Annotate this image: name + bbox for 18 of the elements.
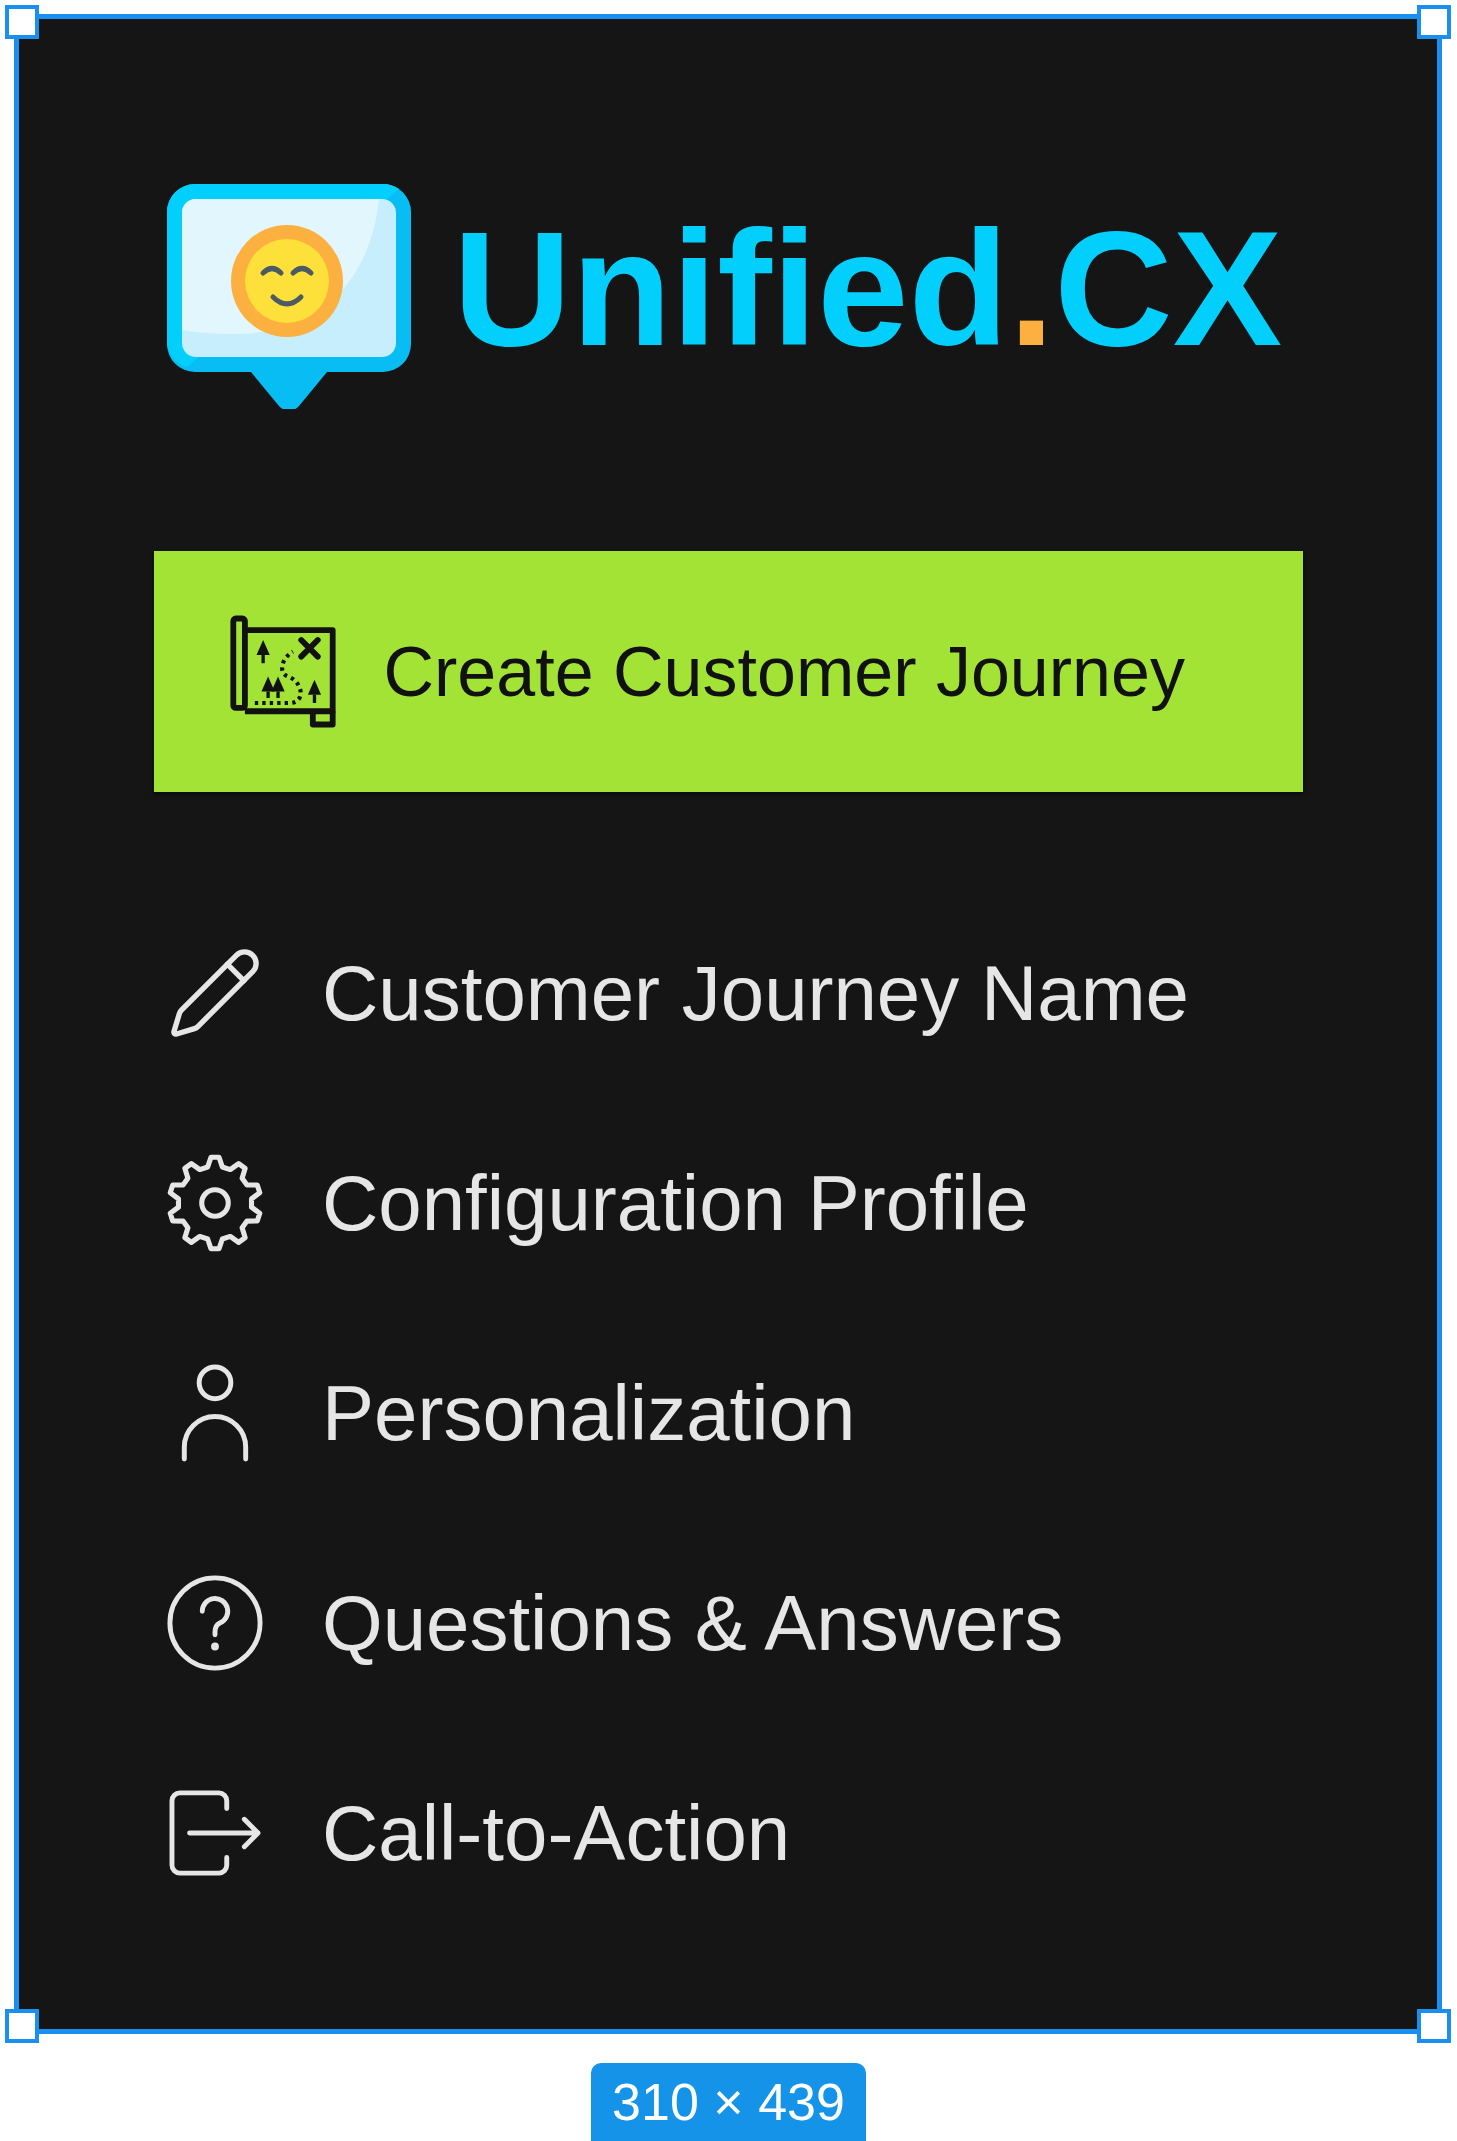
question-circle-icon [166, 1574, 264, 1672]
logo-wordmark: Unified.CX [453, 207, 1283, 371]
selection-handle[interactable] [1417, 2009, 1451, 2043]
dimensions-label: 310 × 439 [591, 2063, 866, 2141]
map-icon [229, 615, 336, 728]
create-journey-button[interactable]: Create Customer Journey [153, 551, 1303, 792]
selection-handle[interactable] [5, 2009, 39, 2043]
menu-item[interactable]: Personalization [166, 1308, 856, 1518]
menu-item[interactable]: Configuration Profile [166, 1098, 1029, 1308]
selection-handle[interactable] [1417, 5, 1451, 39]
menu-item[interactable]: Customer Journey Name [166, 888, 1189, 1098]
menu-item[interactable]: Call-to-Action [166, 1728, 791, 1938]
gear-icon [166, 1154, 264, 1252]
menu-item[interactable]: Questions & Answers [166, 1518, 1064, 1728]
pencil-icon [171, 949, 259, 1037]
speech-bubble-smiley-icon [167, 184, 411, 409]
person-icon [180, 1363, 250, 1463]
selection-handle[interactable] [5, 5, 39, 39]
